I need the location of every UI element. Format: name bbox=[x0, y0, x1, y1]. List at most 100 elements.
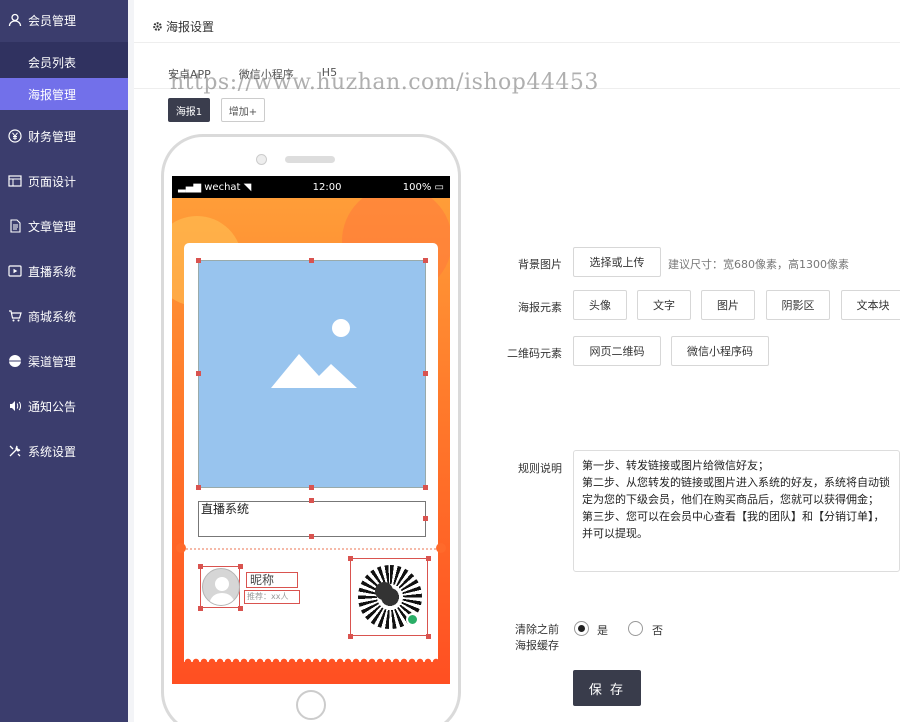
main-area: 海报设置 安卓APP 微信小程序 H5 海报1 增加+ ▂▄▆ wechat ◥… bbox=[128, 0, 900, 722]
status-bar: ▂▄▆ wechat ◥ 12:00 100% ▭ bbox=[172, 176, 450, 198]
add-image-button[interactable]: 图片 bbox=[701, 290, 755, 320]
panel-title-text: 海报设置 bbox=[166, 20, 215, 34]
sidebar-item-page-design[interactable]: 页面设计 bbox=[0, 159, 128, 203]
resize-handle[interactable] bbox=[309, 485, 314, 490]
sidebar-item-live[interactable]: 直播系统 bbox=[0, 249, 128, 293]
layout-icon bbox=[8, 174, 22, 188]
status-time: 12:00 bbox=[312, 181, 342, 193]
sidebar-item-settings[interactable]: 系统设置 bbox=[0, 429, 128, 473]
speaker-grille bbox=[285, 156, 335, 163]
sidebar-item-notices[interactable]: 通知公告 bbox=[0, 384, 128, 428]
recommend-element[interactable]: 推荐：xx人 bbox=[244, 590, 300, 604]
resize-handle[interactable] bbox=[198, 606, 203, 611]
sidebar-item-label: 会员列表 bbox=[28, 55, 77, 70]
divider bbox=[134, 42, 900, 43]
sidebar-item-label: 页面设计 bbox=[28, 174, 77, 189]
add-avatar-button[interactable]: 头像 bbox=[573, 290, 627, 320]
sidebar-item-label: 渠道管理 bbox=[28, 354, 77, 369]
resize-handle[interactable] bbox=[196, 371, 201, 376]
tools-icon bbox=[8, 444, 22, 458]
resize-handle[interactable] bbox=[309, 258, 314, 263]
sidebar-item-label: 通知公告 bbox=[28, 399, 77, 414]
resize-handle[interactable] bbox=[423, 371, 428, 376]
panel-title: 海报设置 bbox=[152, 18, 214, 35]
sidebar-item-label: 文章管理 bbox=[28, 219, 77, 234]
resize-handle[interactable] bbox=[423, 516, 428, 521]
radio-no-label: 否 bbox=[652, 624, 663, 637]
sidebar-item-articles[interactable]: 文章管理 bbox=[0, 204, 128, 248]
add-miniprogram-code-button[interactable]: 微信小程序码 bbox=[671, 336, 769, 366]
dotted-divider bbox=[182, 548, 440, 550]
ticket-edge bbox=[184, 654, 438, 662]
sidebar-item-label: 财务管理 bbox=[28, 129, 77, 144]
add-shadow-button[interactable]: 阴影区 bbox=[766, 290, 830, 320]
resize-handle[interactable] bbox=[423, 485, 428, 490]
signal-icon: ▂▄▆ bbox=[178, 181, 205, 193]
poster-elements-label: 海报元素 bbox=[518, 301, 562, 314]
upload-bg-button[interactable]: 选择或上传 bbox=[573, 247, 661, 277]
resize-handle[interactable] bbox=[426, 556, 431, 561]
sidebar-item-shop[interactable]: 商城系统 bbox=[0, 294, 128, 338]
rules-textarea[interactable]: 第一步、转发链接或图片给微信好友； 第二步、从您转发的链接或图片进入系统的好友，… bbox=[573, 450, 900, 572]
resize-handle[interactable] bbox=[423, 258, 428, 263]
globe-icon bbox=[8, 354, 22, 368]
sidebar: 会员管理 会员列表 海报管理 财务管理 页面设计 文章管理 直播系统 商城系统 … bbox=[0, 0, 128, 722]
play-icon bbox=[8, 264, 22, 278]
cart-icon bbox=[8, 309, 22, 323]
image-element[interactable] bbox=[198, 260, 426, 488]
sidebar-item-channels[interactable]: 渠道管理 bbox=[0, 339, 128, 383]
sidebar-item-label: 直播系统 bbox=[28, 264, 77, 279]
resize-handle[interactable] bbox=[426, 634, 431, 639]
image-placeholder-icon bbox=[271, 319, 357, 388]
bg-size-hint: 建议尺寸：宽680像素，高1300像素 bbox=[668, 258, 849, 271]
clear-cache-label-1: 清除之前 bbox=[515, 623, 559, 636]
phone-preview: ▂▄▆ wechat ◥ 12:00 100% ▭ 直播系统 昵称 推荐：xx人 bbox=[161, 134, 461, 722]
wifi-icon: ◥ bbox=[240, 181, 252, 193]
sidebar-item-poster[interactable]: 海报管理 bbox=[0, 78, 128, 110]
rules-label: 规则说明 bbox=[518, 462, 562, 475]
resize-handle[interactable] bbox=[238, 564, 243, 569]
speaker-icon bbox=[8, 399, 22, 413]
battery-icon: ▭ bbox=[431, 181, 444, 193]
poster-tab-1[interactable]: 海报1 bbox=[168, 98, 210, 122]
resize-handle[interactable] bbox=[238, 606, 243, 611]
clear-cache-label-2: 海报缓存 bbox=[515, 639, 559, 652]
miniprogram-logo-icon bbox=[375, 582, 393, 600]
sidebar-item-label: 海报管理 bbox=[28, 87, 77, 102]
sidebar-item-label: 系统设置 bbox=[28, 444, 77, 459]
add-poster-button[interactable]: 增加+ bbox=[221, 98, 265, 122]
add-text-button[interactable]: 文字 bbox=[637, 290, 691, 320]
resize-handle[interactable] bbox=[196, 258, 201, 263]
add-web-qrcode-button[interactable]: 网页二维码 bbox=[573, 336, 661, 366]
resize-handle[interactable] bbox=[198, 564, 203, 569]
add-textblock-button[interactable]: 文本块 bbox=[841, 290, 900, 320]
gear-icon bbox=[153, 22, 162, 31]
poster-settings-panel: 海报设置 安卓APP 微信小程序 H5 海报1 增加+ ▂▄▆ wechat ◥… bbox=[134, 0, 900, 722]
phone-screen: ▂▄▆ wechat ◥ 12:00 100% ▭ 直播系统 昵称 推荐：xx人 bbox=[172, 176, 450, 684]
qrcode-element[interactable] bbox=[350, 558, 428, 636]
text-element[interactable]: 直播系统 bbox=[198, 501, 426, 537]
home-button bbox=[296, 690, 326, 720]
user-icon bbox=[8, 13, 22, 27]
sidebar-header-members[interactable]: 会员管理 bbox=[0, 0, 128, 40]
resize-handle[interactable] bbox=[309, 498, 314, 503]
avatar bbox=[202, 568, 240, 606]
save-button[interactable]: 保 存 bbox=[573, 670, 641, 706]
radio-yes-label: 是 bbox=[597, 624, 608, 637]
clear-cache-yes-radio[interactable] bbox=[574, 621, 589, 636]
sidebar-item-finance[interactable]: 财务管理 bbox=[0, 114, 128, 158]
battery: 100% ▭ bbox=[402, 181, 444, 193]
sidebar-item-label: 商城系统 bbox=[28, 309, 77, 324]
camera-icon bbox=[256, 154, 267, 165]
resize-handle[interactable] bbox=[348, 556, 353, 561]
nickname-element[interactable]: 昵称 bbox=[246, 572, 298, 588]
resize-handle[interactable] bbox=[348, 634, 353, 639]
watermark: https://www.huzhan.com/ishop44453 bbox=[170, 70, 599, 95]
bg-image-label: 背景图片 bbox=[518, 258, 562, 271]
resize-handle[interactable] bbox=[309, 534, 314, 539]
clear-cache-no-radio[interactable] bbox=[628, 621, 643, 636]
card-notch-left bbox=[176, 543, 186, 553]
sidebar-item-member-list[interactable]: 会员列表 bbox=[0, 46, 128, 78]
link-badge-icon bbox=[406, 613, 419, 626]
resize-handle[interactable] bbox=[196, 485, 201, 490]
